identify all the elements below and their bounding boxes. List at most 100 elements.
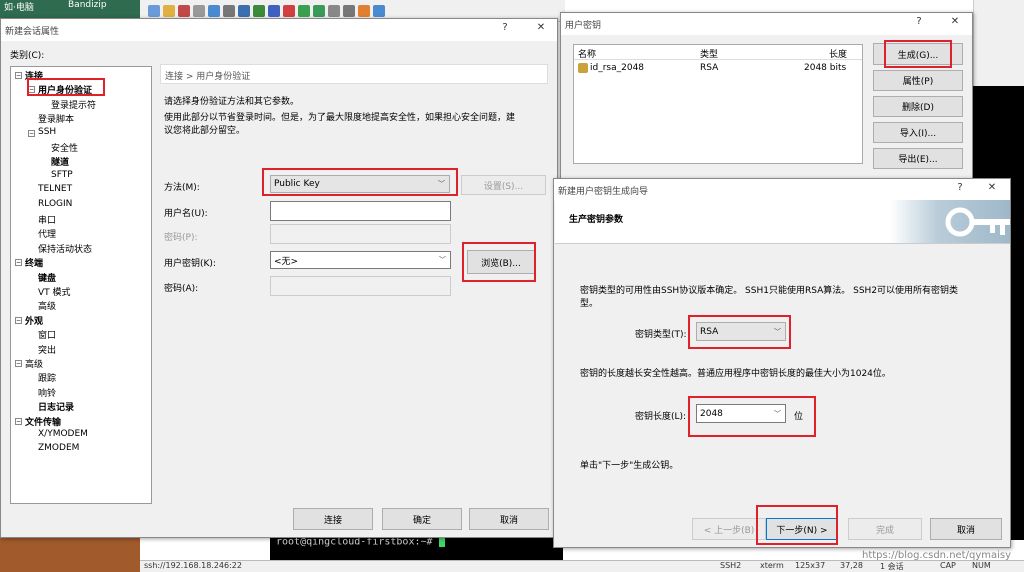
generate-button[interactable]: 生成(G)... xyxy=(873,43,963,65)
import-button[interactable]: 导入(I)... xyxy=(873,122,963,143)
method-select[interactable]: Public Key ﹀ xyxy=(270,175,450,193)
tree-expand-icon[interactable]: − xyxy=(15,316,22,324)
titlebar: 新建会话属性 ? ✕ xyxy=(1,19,557,41)
key-list[interactable]: 名称 类型 长度 id_rsa_2048 RSA 2048 bits xyxy=(573,44,863,164)
properties-button[interactable]: 属性(P) xyxy=(873,70,963,91)
disconnect-icon[interactable] xyxy=(178,4,190,17)
tree-item[interactable]: 连接 xyxy=(25,69,43,82)
search-icon[interactable] xyxy=(223,4,235,17)
password-label: 密码(P): xyxy=(164,233,198,243)
chevron-down-icon: ﹀ xyxy=(774,409,781,418)
tree-item[interactable]: 登录脚本 xyxy=(38,112,74,125)
tree-item[interactable]: 保持活动状态 xyxy=(38,242,92,255)
dialog-title: 新建会话属性 xyxy=(5,26,60,37)
tree-expand-icon[interactable]: − xyxy=(28,86,35,94)
close-icon[interactable]: ✕ xyxy=(533,22,549,33)
tree-item[interactable]: 高级 xyxy=(25,357,43,370)
help-icon[interactable] xyxy=(373,4,385,17)
column-header[interactable]: 类型 xyxy=(700,47,718,60)
close-icon[interactable]: ✕ xyxy=(947,16,963,27)
username-label: 用户名(U): xyxy=(164,209,208,219)
terminal-prompt: root@qingcloud-firstbox:~# xyxy=(276,536,439,548)
chevron-down-icon: ﹀ xyxy=(774,327,781,336)
next-button[interactable]: 下一步(N) > xyxy=(766,518,838,540)
wizard-text: 密钥类型的可用性由SSH协议版本确定。 SSH1只能使用RSA算法。 SSH2可… xyxy=(580,286,959,296)
new-session-icon[interactable] xyxy=(148,4,160,17)
password-input[interactable] xyxy=(270,224,451,244)
xshell-icon[interactable] xyxy=(298,4,310,17)
connect-button[interactable]: 连接 xyxy=(293,508,373,530)
tree-item[interactable]: SFTP xyxy=(51,170,73,180)
tree-item[interactable]: 响铃 xyxy=(38,386,56,399)
back-button[interactable]: < 上一步(B) xyxy=(692,518,766,540)
tree-item[interactable]: VT 模式 xyxy=(38,285,71,298)
browse-button[interactable]: 浏览(B)... xyxy=(467,250,535,274)
userkey-select[interactable]: <无> ﹀ xyxy=(270,251,451,269)
tree-item[interactable]: TELNET xyxy=(38,184,72,194)
keytype-select[interactable]: RSA ﹀ xyxy=(696,322,786,341)
titlebar: 用户密钥 ? ✕ xyxy=(561,13,972,35)
wizard-cancel-button[interactable]: 取消 xyxy=(930,518,1002,540)
username-input[interactable] xyxy=(270,201,451,221)
tree-item[interactable]: ZMODEM xyxy=(38,443,79,453)
help-icon[interactable]: ? xyxy=(497,22,513,33)
tree-expand-icon[interactable]: − xyxy=(28,129,35,137)
key-icon xyxy=(578,63,588,73)
tree-item[interactable]: 键盘 xyxy=(38,271,56,284)
settings-button[interactable]: 设置(S)... xyxy=(461,175,546,195)
tree-item[interactable]: 高级 xyxy=(38,299,56,312)
tree-item[interactable]: 代理 xyxy=(38,227,56,240)
delete-button[interactable]: 删除(D) xyxy=(873,96,963,117)
tree-item[interactable]: 串口 xyxy=(38,213,56,226)
passphrase-label: 密码(A): xyxy=(164,284,199,294)
reconnect-icon[interactable] xyxy=(193,4,205,17)
userkey-label: 用户密钥(K): xyxy=(164,259,216,269)
tree-item[interactable]: SSH xyxy=(38,127,56,137)
tree-expand-icon[interactable]: − xyxy=(15,259,22,267)
method-label: 方法(M): xyxy=(164,183,200,193)
tree-item[interactable]: 外观 xyxy=(25,314,43,327)
ok-button[interactable]: 确定 xyxy=(382,508,462,530)
chevron-down-icon: ﹀ xyxy=(438,180,445,188)
tree-expand-icon[interactable]: − xyxy=(15,360,22,367)
help-icon[interactable]: ? xyxy=(911,16,927,27)
properties-icon[interactable] xyxy=(208,4,220,17)
tree-expand-icon[interactable]: − xyxy=(15,417,22,425)
key-type: RSA xyxy=(700,63,719,73)
help-icon[interactable]: ? xyxy=(952,182,968,193)
finish-button[interactable]: 完成 xyxy=(848,518,922,540)
close-icon[interactable]: ✕ xyxy=(984,182,1000,193)
export-button[interactable]: 导出(E)... xyxy=(873,148,963,169)
tree-item[interactable]: 登录提示符 xyxy=(51,98,96,111)
tree-item[interactable]: 用户身份验证 xyxy=(38,83,92,96)
tree-item[interactable]: 突出 xyxy=(38,343,56,356)
globe-icon[interactable] xyxy=(253,4,265,17)
tree-item[interactable]: 隧道 xyxy=(51,155,69,168)
tree-item[interactable]: 窗口 xyxy=(38,328,56,341)
lock-icon[interactable] xyxy=(328,4,340,17)
passphrase-input[interactable] xyxy=(270,276,451,296)
column-header[interactable]: 名称 xyxy=(578,47,596,60)
open-folder-icon[interactable] xyxy=(163,4,175,17)
tree-item[interactable]: 跟踪 xyxy=(38,371,56,384)
category-tree[interactable]: − 连接 − 用户身份验证 登录提示符 登录脚本 − SSH 安全性 隧道 SFTP TELNET RL… xyxy=(10,66,152,504)
tree-item[interactable]: 日志记录 xyxy=(38,400,74,413)
key-row[interactable]: id_rsa_2048 RSA 2048 bits xyxy=(574,61,862,75)
tree-item[interactable]: RLOGIN xyxy=(38,199,72,209)
tools-icon[interactable] xyxy=(358,4,370,17)
fullscreen-icon[interactable] xyxy=(313,4,325,17)
cancel-button[interactable]: 取消 xyxy=(469,508,549,530)
keylen-select[interactable]: 2048 ﹀ xyxy=(696,404,786,423)
tree-item[interactable]: X/YMODEM xyxy=(38,429,88,439)
tree-item[interactable]: 文件传输 xyxy=(25,415,61,428)
tree-expand-icon[interactable]: − xyxy=(15,72,22,79)
key-list-header: 名称 类型 长度 xyxy=(574,45,862,60)
column-header[interactable]: 长度 xyxy=(829,47,847,60)
keyboard-icon[interactable] xyxy=(343,4,355,17)
tree-item[interactable]: 安全性 xyxy=(51,141,78,154)
tree-item[interactable]: 终端 xyxy=(25,256,43,269)
layout-icon[interactable] xyxy=(238,4,250,17)
xftp-icon[interactable] xyxy=(283,4,295,17)
desktop-icon-label: Bandizip xyxy=(68,0,107,10)
font-icon[interactable] xyxy=(268,4,280,17)
